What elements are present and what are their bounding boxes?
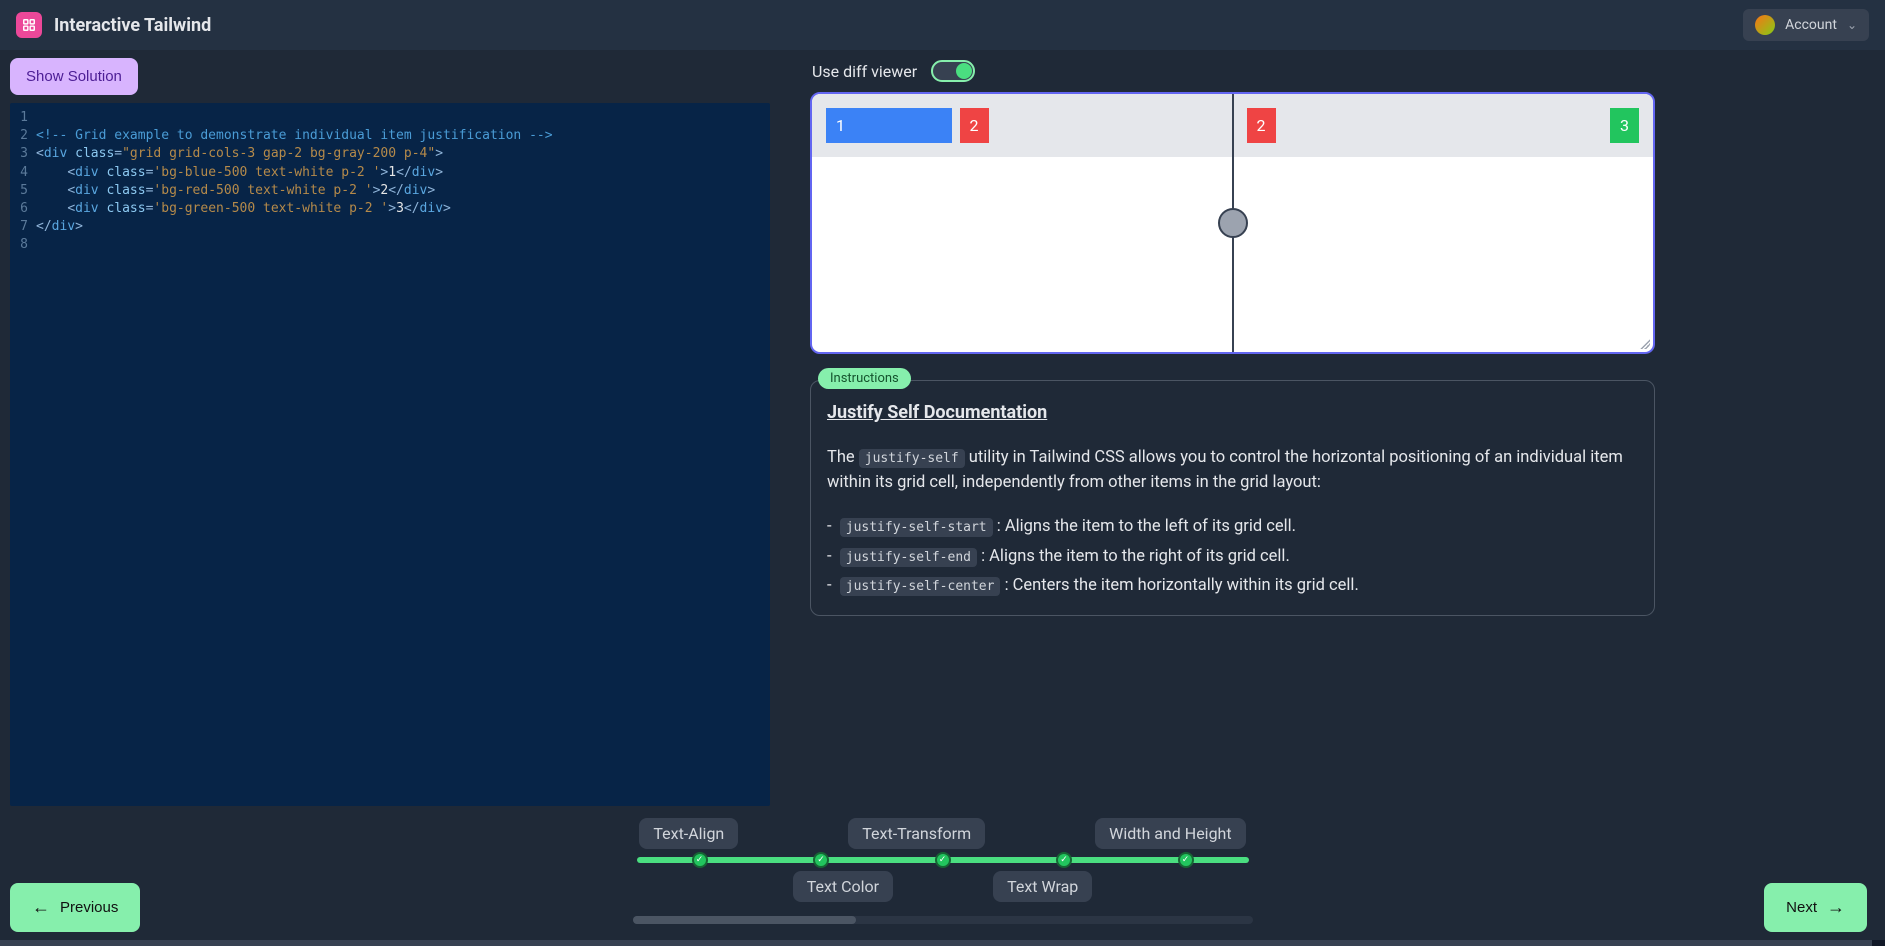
previous-button[interactable]: ← Previous: [10, 883, 140, 932]
instructions-list: - justify-self-start : Aligns the item t…: [827, 514, 1638, 599]
code-editor[interactable]: 12<!-- Grid example to demonstrate indiv…: [10, 103, 770, 806]
progress-scrollbar-thumb: [633, 916, 856, 924]
code-pill: justify-self-end: [840, 548, 977, 567]
instructions-title: Justify Self Documentation: [827, 399, 1638, 427]
progress-scrollbar[interactable]: [633, 916, 1253, 924]
instructions-list-item: - justify-self-end : Aligns the item to …: [827, 544, 1638, 570]
progress-labels-bottom: Text Color Text Wrap: [633, 871, 1253, 902]
code-pill: justify-self-center: [840, 577, 1001, 596]
account-label: Account: [1785, 17, 1837, 33]
check-icon: ✓: [1056, 852, 1072, 868]
avatar-icon: [1755, 15, 1775, 35]
app-header: Interactive Tailwind Account ⌄: [0, 0, 1885, 50]
toggle-knob: [956, 63, 972, 79]
check-icon: ✓: [813, 852, 829, 868]
progress-step[interactable]: Text-Align: [639, 818, 738, 849]
progress-labels-top: Text-Align Text-Transform Width and Height: [633, 818, 1253, 849]
preview-box-2b: 2: [1247, 108, 1276, 143]
arrow-right-icon: →: [1827, 897, 1845, 918]
progress-step[interactable]: Width and Height: [1095, 818, 1245, 849]
progress-step[interactable]: Text-Transform: [848, 818, 985, 849]
code-pill: justify-self-start: [840, 518, 993, 537]
preview-left-pane: 1 2: [812, 94, 1233, 352]
brand-title: Interactive Tailwind: [54, 15, 211, 36]
preview-box-2: 2: [960, 108, 989, 143]
progress-dots: ✓ ✓ ✓ ✓ ✓: [637, 857, 1249, 863]
check-icon: ✓: [692, 852, 708, 868]
preview-box-3: 3: [1610, 108, 1639, 143]
check-icon: ✓: [935, 852, 951, 868]
diff-toggle-row: Use diff viewer: [810, 58, 1655, 84]
instructions-section: Instructions Justify Self Documentation …: [810, 380, 1655, 616]
next-button[interactable]: Next →: [1764, 883, 1867, 932]
chevron-down-icon: ⌄: [1847, 18, 1857, 32]
resize-grip-icon[interactable]: [1640, 339, 1650, 349]
preview-panel: 1 2 2 3: [810, 92, 1655, 354]
instructions-intro: The justify-self utility in Tailwind CSS…: [827, 445, 1638, 496]
account-menu[interactable]: Account ⌄: [1743, 9, 1869, 41]
instructions-panel[interactable]: Justify Self Documentation The justify-s…: [810, 380, 1655, 616]
arrow-left-icon: ←: [32, 897, 50, 918]
instructions-badge: Instructions: [818, 368, 911, 389]
diff-toggle[interactable]: [931, 60, 975, 82]
progress-step[interactable]: Text Wrap: [993, 871, 1092, 902]
instructions-list-item: - justify-self-center : Centers the item…: [827, 573, 1638, 599]
show-solution-button[interactable]: Show Solution: [10, 58, 138, 95]
main-area: Show Solution 12<!-- Grid example to dem…: [0, 50, 1885, 814]
window-scrollbar[interactable]: [0, 940, 1885, 946]
diff-label: Use diff viewer: [812, 62, 917, 81]
lesson-progress: Text-Align Text-Transform Width and Height…: [633, 818, 1253, 924]
editor-column: Show Solution 12<!-- Grid example to dem…: [10, 58, 770, 806]
code-pill: justify-self: [859, 449, 965, 468]
preview-right-pane: 2 3: [1233, 94, 1654, 352]
logo-icon: [16, 12, 42, 38]
diff-handle[interactable]: [1218, 208, 1248, 238]
footer: Text-Align Text-Transform Width and Height…: [0, 814, 1885, 946]
brand: Interactive Tailwind: [16, 12, 211, 38]
check-icon: ✓: [1178, 852, 1194, 868]
progress-step[interactable]: Text Color: [793, 871, 893, 902]
progress-bar: ✓ ✓ ✓ ✓ ✓: [637, 857, 1249, 863]
preview-box-1: 1: [826, 108, 952, 143]
preview-column: Use diff viewer 1 2 2 3: [810, 58, 1655, 806]
instructions-list-item: - justify-self-start : Aligns the item t…: [827, 514, 1638, 540]
